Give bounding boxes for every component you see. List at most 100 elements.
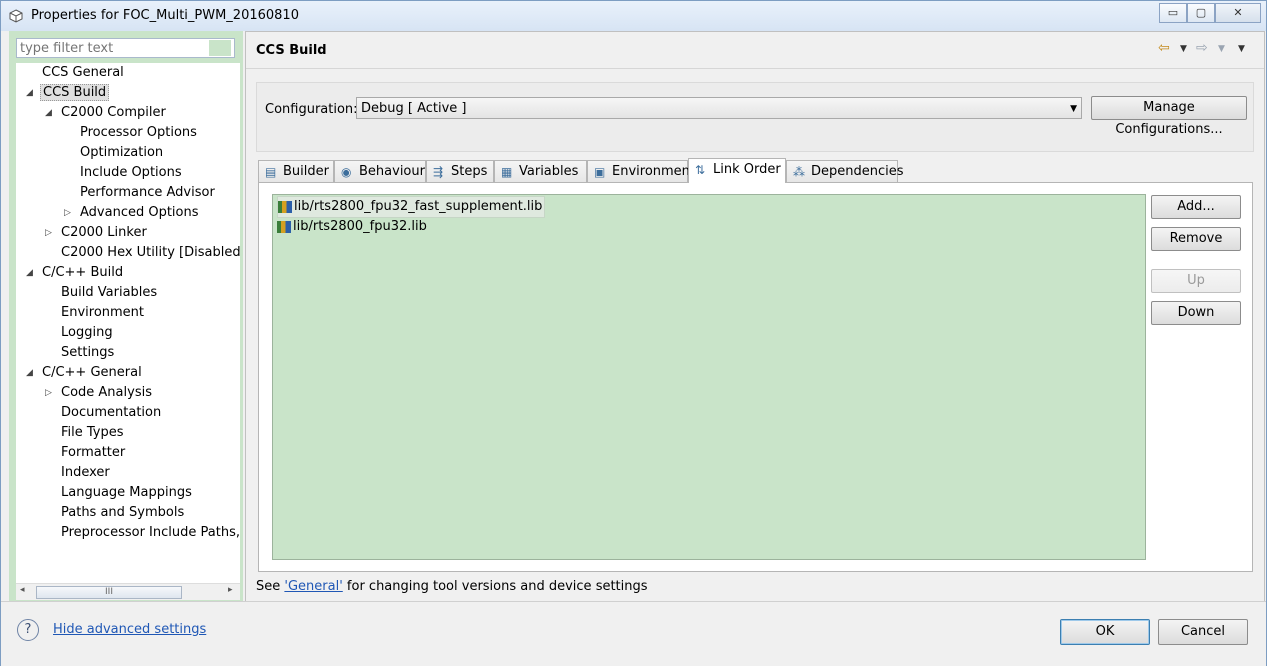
tree-item[interactable]: CCS General [40,63,126,83]
tab-link-order[interactable]: ⇅ Link Order [688,158,786,183]
manage-configurations-button[interactable]: Manage Configurations... [1091,96,1247,137]
filter-clear-icon[interactable] [209,40,231,56]
app-icon [9,9,23,23]
filter-input[interactable] [16,38,235,58]
tree-item-label: File Types [61,425,124,440]
minimize-icon: ▭ [1167,6,1179,19]
tree-item-label: Settings [61,345,115,360]
tree-item[interactable]: Processor Options [78,123,199,143]
tree-item[interactable]: ▷ C2000 Linker [45,223,149,243]
help-icon[interactable]: ? [17,619,39,641]
configuration-select[interactable]: Debug [ Active ] ▼ [356,97,1082,119]
footer-note: See 'General' for changing tool versions… [256,579,648,594]
scroll-right-icon[interactable]: ▸ [228,585,233,595]
tree-item[interactable]: Formatter [59,443,127,463]
tree-item-label: Environment [61,305,145,320]
properties-dialog: Properties for FOC_Multi_PWM_20160810 ▭ … [0,0,1267,666]
tree-item[interactable]: File Types [59,423,126,443]
ok-button[interactable]: OK [1060,619,1150,645]
back-dropdown-icon[interactable]: ▼ [1180,44,1187,54]
tree-item[interactable]: ▷ Advanced Options [64,203,201,223]
forward-arrow-icon[interactable]: ⇨ [1196,40,1208,56]
horizontal-scrollbar[interactable]: ◂ III ▸ [16,583,240,600]
tree-collapse-icon[interactable]: ◢ [26,363,33,383]
environment-icon: ▣ [594,165,606,179]
tree-item-label: C2000 Compiler [61,105,166,120]
tree-item[interactable]: Documentation [59,403,163,423]
tree-item-label: CCS Build [40,84,110,101]
scrollbar-thumb[interactable]: III [36,586,182,599]
library-list-item[interactable]: lib/rts2800_fpu32.lib [277,217,427,237]
back-arrow-icon[interactable]: ⇦ [1158,40,1170,56]
library-list-item[interactable]: lib/rts2800_fpu32_fast_supplement.lib [277,196,546,218]
close-icon: ✕ [1233,6,1243,19]
tab-label: Behaviour [359,164,425,179]
dependencies-icon: ⁂ [793,165,805,179]
tree-item[interactable]: Optimization [78,143,165,163]
tree-collapse-icon[interactable]: ◢ [26,263,33,283]
tree-item-label: Paths and Symbols [61,505,185,520]
tab-label: Variables [519,164,579,179]
link-order-icon: ⇅ [695,163,706,177]
general-link[interactable]: 'General' [284,579,342,594]
tab-steps[interactable]: ⇶ Steps [426,160,494,182]
forward-dropdown-icon[interactable]: ▼ [1218,44,1225,54]
tab-builder[interactable]: ▤ Builder [258,160,334,182]
tab-label: Builder [283,164,329,179]
tree-item[interactable]: ◢ C/C++ General [26,363,144,383]
tree-item[interactable]: ◢ C/C++ Build [26,263,125,283]
library-icon [278,200,292,213]
tree-collapse-icon[interactable]: ◢ [45,103,52,123]
tree-item[interactable]: Logging [59,323,115,343]
library-list[interactable]: lib/rts2800_fpu32_fast_supplement.lib lib… [272,194,1146,560]
tree-item[interactable]: Include Options [78,163,184,183]
cancel-button[interactable]: Cancel [1158,619,1248,645]
tree-item-label: Logging [61,325,113,340]
tree-item-label: CCS General [42,65,124,80]
view-menu-icon[interactable]: ▼ [1238,44,1245,54]
tree-item[interactable]: ▷ Code Analysis [45,383,154,403]
maximize-button[interactable]: ▢ [1187,3,1215,23]
tab-dependencies[interactable]: ⁂ Dependencies [786,160,904,182]
tree-expand-icon[interactable]: ▷ [45,223,52,243]
tree-item[interactable]: ◢ CCS Build [26,83,110,103]
tab-environment[interactable]: ▣ Environment [587,160,695,182]
chevron-down-icon: ▼ [1070,104,1077,114]
tree-collapse-icon[interactable]: ◢ [26,83,33,103]
maximize-icon: ▢ [1195,6,1207,19]
tree-item[interactable]: ◢ C2000 Compiler [45,103,168,123]
properties-tree: CCS General ◢ CCS Build ◢ C2000 Compiler Proc… [16,63,240,583]
tree-item[interactable]: C2000 Hex Utility [Disabled] [59,243,240,263]
tree-item[interactable]: Build Variables [59,283,159,303]
tree-item-label: Indexer [61,465,110,480]
add-button[interactable]: Add... [1151,195,1241,219]
tree-expand-icon[interactable]: ▷ [45,383,52,403]
tree-item-label: C2000 Linker [61,225,147,240]
tree-item-label: Formatter [61,445,126,460]
close-button[interactable]: ✕ [1215,3,1261,23]
hide-advanced-settings-link[interactable]: Hide advanced settings [53,622,206,637]
down-button[interactable]: Down [1151,301,1241,325]
tree-item[interactable]: Settings [59,343,116,363]
tree-item[interactable]: Paths and Symbols [59,503,186,523]
tree-item-label: Performance Advisor [80,185,215,200]
tab-variables[interactable]: ▦ Variables [494,160,587,182]
link-order-panel: lib/rts2800_fpu32_fast_supplement.lib lib… [258,182,1253,572]
tree-item[interactable]: Language Mappings [59,483,194,503]
scroll-left-icon[interactable]: ◂ [20,585,25,595]
title-separator [246,68,1264,69]
tree-item[interactable]: Environment [59,303,146,323]
tree-item[interactable]: Indexer [59,463,112,483]
tab-behaviour[interactable]: ◉ Behaviour [334,160,426,182]
tree-item[interactable]: Performance Advisor [78,183,217,203]
tree-expand-icon[interactable]: ▷ [64,203,71,223]
minimize-button[interactable]: ▭ [1159,3,1187,23]
window-title: Properties for FOC_Multi_PWM_20160810 [31,8,299,23]
remove-button[interactable]: Remove [1151,227,1241,251]
tree-item[interactable]: Preprocessor Include Paths, M [59,523,240,543]
builder-icon: ▤ [265,165,277,179]
up-button[interactable]: Up [1151,269,1241,293]
configuration-label: Configuration: [265,102,358,117]
steps-icon: ⇶ [433,165,444,179]
tree-item-label: Processor Options [80,125,197,140]
